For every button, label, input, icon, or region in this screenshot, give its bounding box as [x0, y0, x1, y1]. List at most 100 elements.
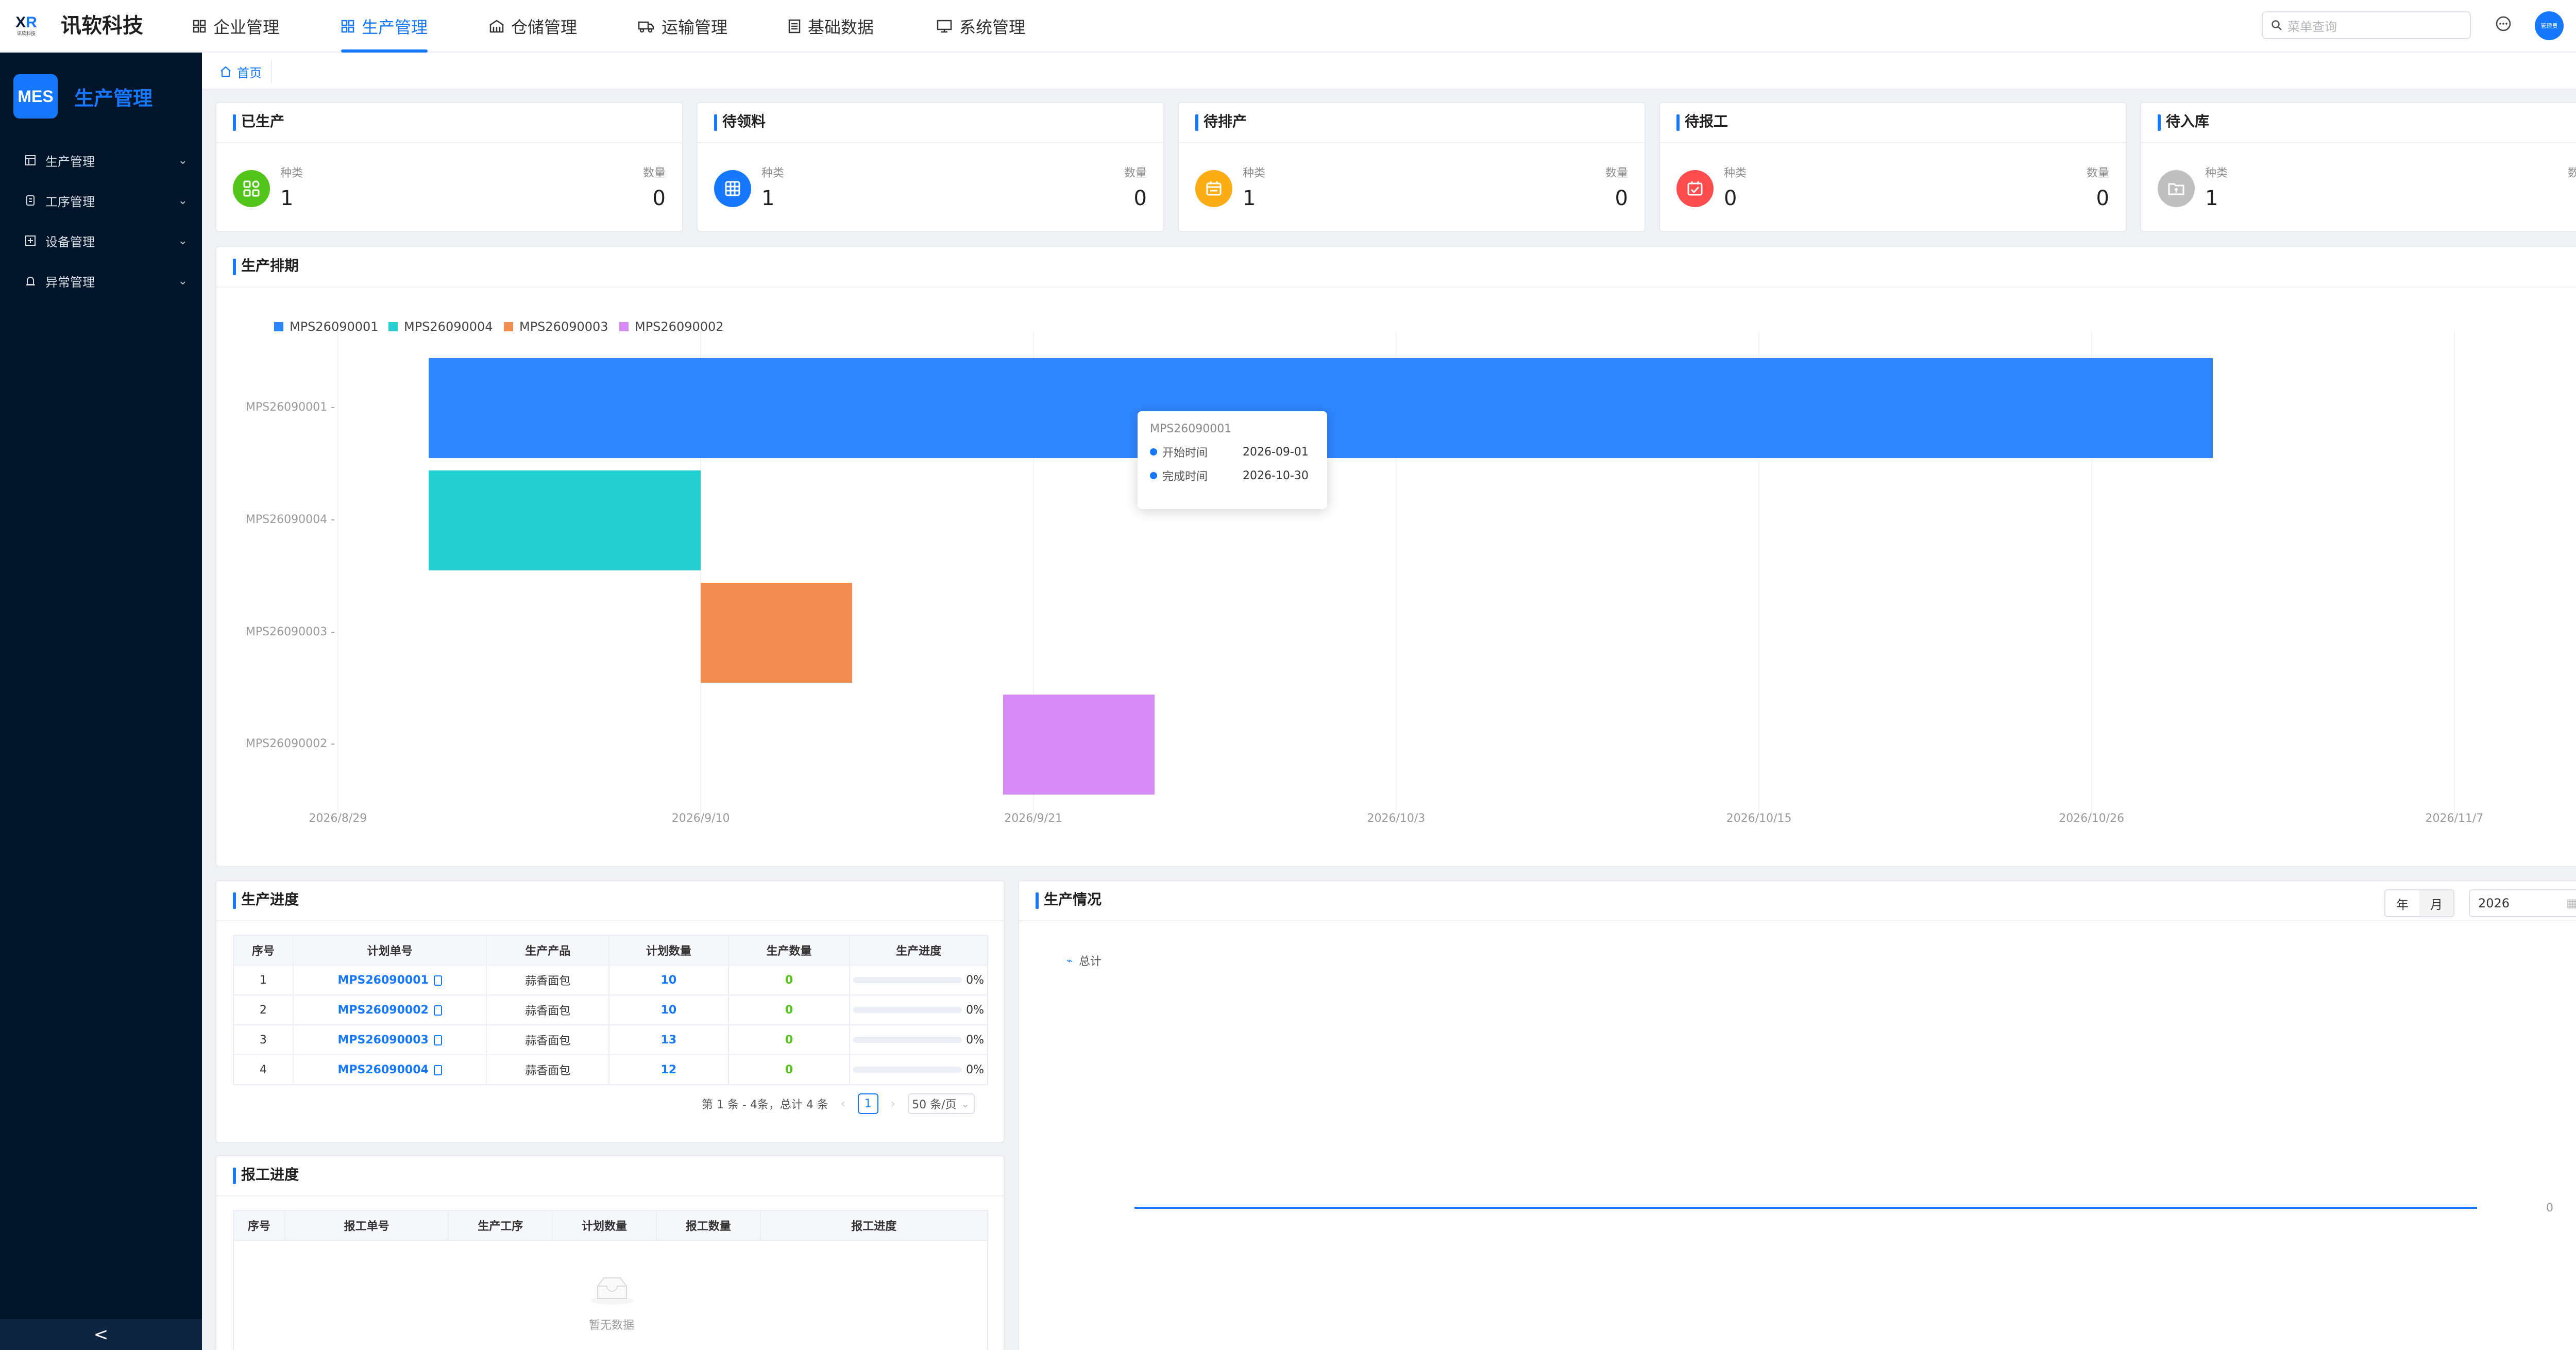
- nav-label: 生产管理: [362, 18, 428, 37]
- column-header: 生产产品: [486, 935, 610, 966]
- nav-enterprise[interactable]: 企业管理: [193, 0, 279, 53]
- calendar-icon: ▦: [2566, 897, 2576, 910]
- mes-logo: MES: [13, 74, 58, 119]
- table-header-row: 序号 计划单号 生产产品 计划数量 生产数量 生产进度: [233, 935, 988, 966]
- column-header: 报工数量: [655, 1210, 761, 1241]
- planned-qty: 12: [608, 1054, 729, 1085]
- grid-icon: [193, 20, 206, 33]
- table-row[interactable]: 2 MPS26090002 蒜香面包 10 0 0%: [233, 994, 988, 1025]
- planned-qty: 13: [608, 1024, 729, 1055]
- alert-icon: [26, 277, 35, 285]
- brand-name: 讯软科技: [61, 14, 143, 38]
- progress-cell: 0%: [849, 1024, 988, 1055]
- sidebar-item-production[interactable]: 生产管理 ⌄: [0, 140, 202, 180]
- copy-icon[interactable]: [433, 1035, 442, 1045]
- plan-number-link[interactable]: MPS26090002: [292, 994, 487, 1025]
- nav-warehouse[interactable]: 仓储管理: [489, 0, 577, 53]
- empty-text: 暂无数据: [588, 1319, 634, 1332]
- situation-title: 生产情况: [1036, 889, 1101, 910]
- search-placeholder: 菜单查询: [2287, 19, 2337, 34]
- progress-cell: 0%: [849, 1054, 988, 1085]
- logo-subtext: 讯软科技: [16, 31, 36, 37]
- sidebar-item-label: 设备管理: [45, 234, 95, 249]
- product-cell: 蒜香面包: [486, 1054, 610, 1085]
- x-tick-label: 2026/10/26: [2059, 812, 2125, 825]
- product-cell: 蒜香面包: [486, 1024, 610, 1055]
- product-cell: 蒜香面包: [486, 994, 610, 1025]
- column-header: 计划数量: [608, 935, 729, 966]
- tab-home[interactable]: 首页: [210, 60, 272, 83]
- page-size-select[interactable]: 50 条/页 ⌄: [907, 1093, 975, 1114]
- gantt-bar[interactable]: [701, 583, 852, 683]
- logo-mark: XR: [15, 14, 37, 31]
- plan-number-link[interactable]: MPS26090001: [292, 965, 487, 995]
- nav-production[interactable]: 生产管理: [341, 0, 428, 53]
- avatar[interactable]: 管理员: [2535, 11, 2564, 40]
- toggle-year[interactable]: 年: [2385, 890, 2419, 916]
- company-logo[interactable]: XR 讯软科技: [13, 14, 39, 40]
- sidebar-item-label: 异常管理: [45, 275, 95, 290]
- copy-icon[interactable]: [433, 975, 442, 986]
- bullet-icon: [1150, 448, 1157, 455]
- progress-cell: 0%: [849, 994, 988, 1025]
- plan-number-link[interactable]: MPS26090003: [292, 1024, 487, 1055]
- report-table: 序号 报工单号 生产工序 计划数量 报工数量 报工进度: [233, 1210, 989, 1241]
- table-row[interactable]: 3 MPS26090003 蒜香面包 13 0 0%: [233, 1024, 988, 1055]
- next-page-icon[interactable]: ›: [891, 1098, 895, 1110]
- table-row[interactable]: 4 MPS26090004 蒜香面包 12 0 0%: [233, 1054, 988, 1085]
- plan-number-link[interactable]: MPS26090004: [292, 1054, 487, 1085]
- message-icon[interactable]: [2495, 15, 2512, 37]
- home-icon: [221, 66, 231, 77]
- y-tick-label: MPS26090001 -: [245, 401, 335, 414]
- report-title: 报工进度: [233, 1165, 299, 1185]
- report-progress-card: 报工进度 序号 报工单号 生产工序 计划数量 报工数量 报工进度 暂无数据: [215, 1155, 1005, 1350]
- legend-item[interactable]: MPS26090003: [504, 319, 608, 334]
- x-tick-label: 2026/8/29: [309, 812, 367, 825]
- gantt-bar[interactable]: [1003, 695, 1155, 795]
- nav-system[interactable]: 系统管理: [937, 0, 1025, 53]
- table-icon: [714, 170, 751, 207]
- sidebar-item-device[interactable]: 设备管理 ⌄: [0, 221, 202, 261]
- check-calendar-icon: [1676, 170, 1714, 207]
- prev-page-icon[interactable]: ‹: [841, 1098, 845, 1110]
- kind-value: 1: [2205, 187, 2218, 210]
- sidebar-item-process[interactable]: 工序管理 ⌄: [0, 180, 202, 221]
- legend-item[interactable]: MPS26090002: [619, 319, 724, 334]
- y-tick-label: MPS26090002 -: [245, 737, 335, 750]
- kind-label: 种类: [2205, 167, 2228, 180]
- production-icon: [25, 155, 36, 165]
- legend-item[interactable]: MPS26090001: [274, 319, 379, 334]
- nav-transport[interactable]: 运输管理: [638, 0, 727, 53]
- situation-legend[interactable]: ⌁ 总计: [1066, 952, 1101, 969]
- toggle-month[interactable]: 月: [2419, 890, 2453, 916]
- period-toggle: 年 月: [2384, 889, 2454, 917]
- nav-basic-data[interactable]: 基础数据: [788, 0, 874, 53]
- bullet-icon: [1150, 472, 1157, 479]
- device-icon: [25, 235, 36, 246]
- qty-value: 0: [2096, 187, 2109, 210]
- copy-icon[interactable]: [433, 1065, 442, 1075]
- stat-card-pending-report: 待报工 种类 0 数量 0: [1659, 102, 2127, 232]
- progress-title: 生产进度: [233, 889, 299, 910]
- pager-summary: 第 1 条 - 4条，总计 4 条: [702, 1099, 828, 1111]
- gantt-bar[interactable]: [429, 470, 701, 570]
- year-picker[interactable]: 2026 ▦: [2469, 889, 2576, 917]
- kind-value: 1: [280, 187, 294, 210]
- menu-search-input[interactable]: 菜单查询: [2262, 11, 2471, 39]
- copy-icon[interactable]: [433, 1005, 442, 1016]
- page-number-button[interactable]: 1: [857, 1093, 878, 1114]
- chevron-down-icon: ⌄: [178, 194, 188, 207]
- row-index: 2: [233, 994, 294, 1025]
- kind-value: 0: [1724, 187, 1737, 210]
- table-row[interactable]: 1 MPS26090001 蒜香面包 10 0 0%: [233, 965, 988, 995]
- stat-card-pending-material: 待领料 种类 1 数量 0: [697, 102, 1164, 232]
- legend-item[interactable]: MPS26090004: [388, 319, 493, 334]
- legend-label: 总计: [1079, 955, 1102, 968]
- kind-value: 1: [761, 187, 775, 210]
- qty-label: 数量: [2567, 167, 2576, 180]
- sidebar-item-exception[interactable]: 异常管理 ⌄: [0, 261, 202, 301]
- chevron-down-icon: ⌄: [178, 274, 188, 288]
- sidebar-collapse-button[interactable]: <: [0, 1319, 202, 1350]
- sidebar-title: 生产管理: [74, 87, 153, 110]
- list-icon: [788, 19, 801, 33]
